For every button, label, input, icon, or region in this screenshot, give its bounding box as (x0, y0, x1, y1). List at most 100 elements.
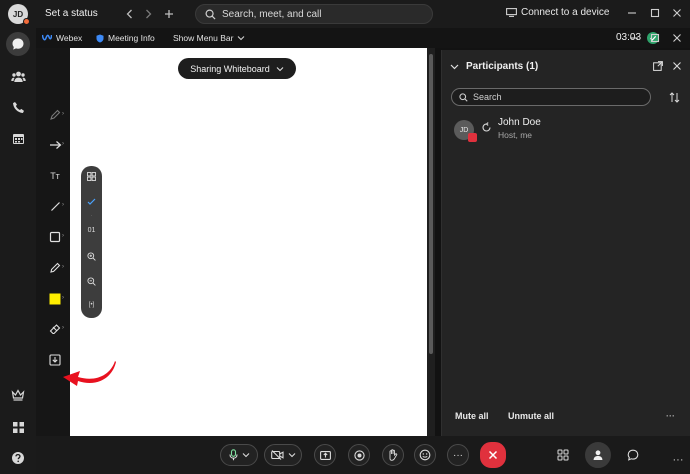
line-tool-caret[interactable]: › (62, 202, 64, 208)
left-rail (0, 28, 36, 474)
panel-more-options[interactable]: ··· (666, 411, 675, 421)
help-icon[interactable] (8, 448, 28, 468)
participant-avatar: JD (454, 120, 477, 142)
participant-name: John Doe (498, 117, 541, 128)
shape-tool-caret[interactable]: › (62, 233, 64, 239)
participants-search-placeholder: Search (473, 92, 502, 102)
sharing-whiteboard-label: Sharing Whiteboard (190, 63, 270, 74)
meeting-close-icon[interactable] (669, 30, 685, 46)
sort-icon[interactable] (669, 92, 680, 103)
share-button[interactable] (314, 444, 336, 466)
pen-tool-caret[interactable]: › (62, 111, 64, 117)
line-tool-icon[interactable] (48, 199, 62, 213)
participant-role: Host, me (498, 130, 533, 140)
controls-more-icon[interactable]: ··· (670, 452, 686, 468)
more-options-button[interactable]: ··· (447, 444, 469, 466)
back-arrow-icon[interactable] (122, 5, 138, 23)
pencil-tool-icon[interactable] (48, 261, 62, 275)
participants-icon (593, 450, 603, 460)
participant-initials: JD (459, 126, 469, 134)
eraser-tool-icon[interactable] (48, 322, 62, 336)
chevron-down-icon (276, 66, 284, 71)
teams-icon[interactable] (8, 66, 28, 86)
connect-device-label: Connect to a device (521, 7, 610, 18)
connect-device-button[interactable]: Connect to a device (506, 7, 609, 18)
color-swatch-yellow[interactable] (48, 292, 62, 306)
arrow-tool-caret[interactable]: › (62, 141, 64, 147)
webex-label: Webex (56, 33, 83, 43)
user-avatar-initials: JD (12, 9, 24, 19)
search-icon (459, 92, 468, 102)
pop-out-icon[interactable] (653, 61, 663, 71)
arrow-tool-icon[interactable] (48, 138, 62, 152)
crown-icon[interactable] (8, 384, 28, 404)
canvas-scrollbar[interactable] (427, 48, 435, 436)
maximize-icon[interactable] (647, 5, 663, 21)
apps-icon (557, 449, 569, 461)
page-number: 01 (87, 227, 96, 234)
unmute-all-button[interactable]: Unmute all (508, 411, 554, 421)
set-status-link[interactable]: Set a status (45, 8, 98, 19)
participant-host-badge-icon (468, 133, 477, 142)
apps-icon[interactable] (8, 417, 28, 437)
phone-icon[interactable] (8, 97, 28, 117)
whiteboard-canvas[interactable] (70, 48, 427, 436)
sync-icon (482, 122, 491, 132)
participants-panel: Participants (1) Search JD John Doe Host… (441, 50, 690, 436)
shape-tool-icon[interactable] (48, 230, 62, 244)
chevron-down-icon[interactable] (450, 64, 459, 70)
close-icon (488, 450, 498, 460)
pen-tool-icon[interactable] (48, 108, 62, 122)
text-tool-icon[interactable]: Tт (48, 169, 62, 183)
canvas-scroll-thumb[interactable] (429, 54, 433, 354)
participants-panel-button[interactable] (585, 442, 611, 468)
close-icon[interactable] (669, 5, 685, 21)
fit-to-screen-icon[interactable]: [•] (81, 302, 102, 308)
divider-dot: · (90, 213, 93, 219)
meeting-info-label: Meeting Info (108, 33, 155, 43)
participants-search-input[interactable]: Search (451, 88, 651, 106)
presence-dot (23, 18, 30, 25)
meeting-maximize-icon[interactable] (647, 30, 663, 46)
webex-menu[interactable]: Webex (42, 33, 82, 43)
stop-video-button[interactable] (264, 444, 302, 466)
chat-panel-button[interactable] (622, 444, 644, 466)
sharing-whiteboard-dropdown[interactable]: Sharing Whiteboard (178, 58, 296, 79)
raise-hand-button[interactable] (382, 444, 404, 466)
reaction-smile-icon (419, 449, 431, 461)
show-menu-bar-button[interactable]: Show Menu Bar (173, 33, 245, 43)
more-options-label: ··· (453, 449, 463, 461)
calendar-icon[interactable] (8, 128, 28, 148)
pages-grid-icon[interactable] (81, 172, 102, 183)
chevron-down-icon (238, 36, 245, 41)
reactions-button[interactable] (414, 444, 436, 466)
apps-panel-button[interactable] (552, 444, 574, 466)
zoom-in-icon[interactable] (81, 252, 102, 263)
minimize-icon[interactable] (624, 5, 640, 21)
color-tool-caret[interactable]: › (62, 295, 64, 301)
close-panel-icon[interactable] (672, 61, 682, 71)
chat-icon (627, 449, 639, 461)
global-search-input[interactable]: Search, meet, and call (195, 4, 433, 24)
global-search-placeholder: Search, meet, and call (222, 8, 322, 20)
show-menu-bar-label: Show Menu Bar (173, 33, 234, 43)
forward-arrow-icon[interactable] (140, 5, 156, 23)
pan-hand-icon[interactable] (81, 197, 102, 208)
plus-icon[interactable] (161, 5, 177, 23)
leave-meeting-button[interactable] (480, 442, 506, 468)
meeting-info-button[interactable]: Meeting Info (96, 33, 155, 43)
zoom-out-icon[interactable] (81, 277, 102, 288)
webex-logo-icon (42, 34, 52, 41)
participants-title: Participants (1) (466, 61, 539, 72)
messaging-icon[interactable] (6, 32, 30, 56)
record-button[interactable] (348, 444, 370, 466)
mute-microphone-button[interactable] (220, 444, 258, 466)
mute-all-button[interactable]: Mute all (455, 411, 489, 421)
eraser-tool-caret[interactable]: › (62, 325, 64, 331)
top-bar: JD Set a status Search, meet, and call C… (0, 0, 690, 28)
meeting-minimize-icon[interactable] (626, 30, 642, 46)
user-avatar[interactable]: JD (8, 4, 30, 25)
hand-icon (389, 449, 398, 461)
chevron-down-icon (242, 453, 249, 458)
pencil-tool-caret[interactable]: › (62, 264, 64, 270)
